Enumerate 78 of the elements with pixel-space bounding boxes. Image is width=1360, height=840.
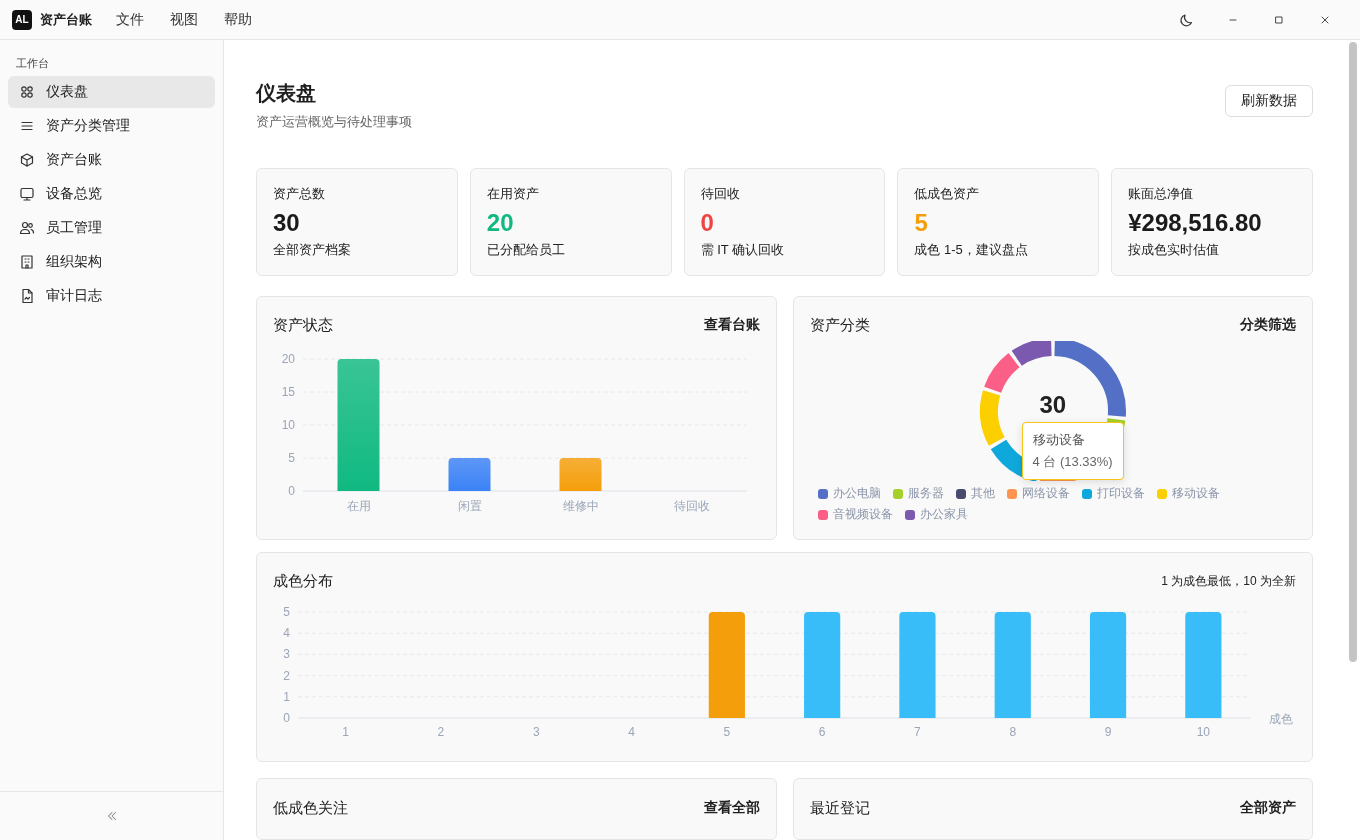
- panel-title: 资产分类: [809, 315, 870, 335]
- tooltip-title: 移动设备: [1032, 431, 1086, 450]
- sidebar-item[interactable]: 资产台账: [8, 144, 215, 176]
- sidebar-item[interactable]: 资产分类管理: [8, 110, 215, 142]
- sidebar-item[interactable]: 设备总览: [8, 178, 215, 210]
- section-label: 工作台: [15, 56, 50, 71]
- donut-center-value: 30: [1039, 391, 1067, 420]
- panel-title: 成色分布: [273, 571, 333, 591]
- stat-note: 需 IT 确认回收: [700, 241, 786, 260]
- refresh-button[interactable]: 刷新数据: [1225, 85, 1313, 117]
- axis-tick-label: 0: [288, 484, 295, 499]
- axis-category-label: 8: [1009, 725, 1017, 740]
- stat-value: 30: [273, 208, 301, 239]
- stat-label: 在用资产: [486, 185, 540, 204]
- app-name: 资产台账: [40, 10, 92, 29]
- axis-category-label: 1: [342, 725, 349, 740]
- panel-title: 资产状态: [273, 315, 333, 335]
- axis-tick-label: 1: [283, 689, 290, 704]
- stat-label: 账面总净值: [1128, 185, 1195, 204]
- cube-icon: [19, 152, 35, 168]
- stat-value: 20: [486, 208, 515, 239]
- axis-category-label: 在用: [346, 499, 371, 514]
- axis-tick-label: 5: [283, 605, 290, 620]
- sidebar-item[interactable]: 组织架构: [8, 246, 215, 278]
- axis-category-label: 9: [1104, 725, 1112, 740]
- axis-category-label: 7: [914, 725, 921, 740]
- stat-value: ¥298,516.80: [1128, 208, 1263, 239]
- axis-category-label: 维修中: [562, 499, 599, 514]
- axis-tick-label: 2: [283, 668, 290, 683]
- axis-title: 成色: [1269, 712, 1293, 727]
- monitor-icon: [19, 186, 35, 202]
- document-icon: [19, 288, 35, 304]
- panel-link[interactable]: 分类筛选: [1240, 316, 1296, 335]
- axis-tick-label: 5: [288, 451, 295, 466]
- stat-note: 按成色实时估值: [1128, 241, 1221, 260]
- panel-link[interactable]: 全部资产: [1240, 799, 1296, 818]
- stat-label: 资产总数: [273, 185, 326, 204]
- sidebar-item[interactable]: 审计日志: [8, 280, 215, 312]
- axis-tick-label: 15: [281, 385, 295, 400]
- page-title: 仪表盘: [256, 81, 317, 106]
- grid-icon: [19, 84, 35, 100]
- axis-tick-label: 0: [283, 711, 290, 726]
- menu-item[interactable]: 视图: [170, 10, 198, 29]
- tooltip-value: 4 台 (13.33%): [1032, 453, 1113, 472]
- page-subtitle: 资产运营概览与待处理事项: [256, 113, 412, 131]
- axis-category-label: 6: [818, 725, 826, 740]
- axis-category-label: 2: [437, 725, 445, 740]
- axis-tick-label: 20: [281, 352, 295, 367]
- axis-category-label: 4: [628, 725, 635, 740]
- axis-tick-label: 4: [283, 626, 290, 641]
- scrollbar-thumb[interactable]: [1349, 42, 1357, 662]
- axis-category-label: 闲置: [457, 499, 482, 514]
- stat-label: 低成色资产: [914, 185, 981, 204]
- stat-note: 已分配给员工: [486, 241, 566, 260]
- stat-value: 5: [914, 208, 929, 239]
- stat-note: 成色 1-5，建议盘点: [914, 241, 1029, 260]
- maximize-icon: [1273, 13, 1285, 26]
- stat-note: 全部资产档案: [273, 241, 352, 260]
- building-icon: [19, 254, 35, 270]
- axis-category-label: 3: [532, 725, 540, 740]
- axis-category-label: 5: [723, 725, 731, 740]
- panel-title: 最近登记: [809, 798, 870, 818]
- axis-tick-label: 3: [283, 647, 290, 662]
- menu-item[interactable]: 文件: [116, 10, 144, 29]
- panel-note: 1 为成色最低，10 为全新: [1161, 572, 1296, 590]
- axis-tick-label: 10: [281, 418, 295, 433]
- app-logo: AL: [12, 9, 32, 30]
- menu-item[interactable]: 帮助: [224, 10, 252, 29]
- stat-value: 0: [700, 208, 715, 239]
- axis-category-label: 待回收: [673, 499, 710, 514]
- sidebar-item[interactable]: 仪表盘: [8, 76, 215, 108]
- users-icon: [19, 220, 35, 236]
- axis-category-label: 10: [1196, 725, 1211, 740]
- panel-title: 低成色关注: [273, 798, 348, 818]
- stat-label: 待回收: [700, 185, 741, 204]
- sidebar-item[interactable]: 员工管理: [8, 212, 215, 244]
- panel-link[interactable]: 查看台账: [703, 316, 760, 335]
- panel-link[interactable]: 查看全部: [703, 799, 760, 818]
